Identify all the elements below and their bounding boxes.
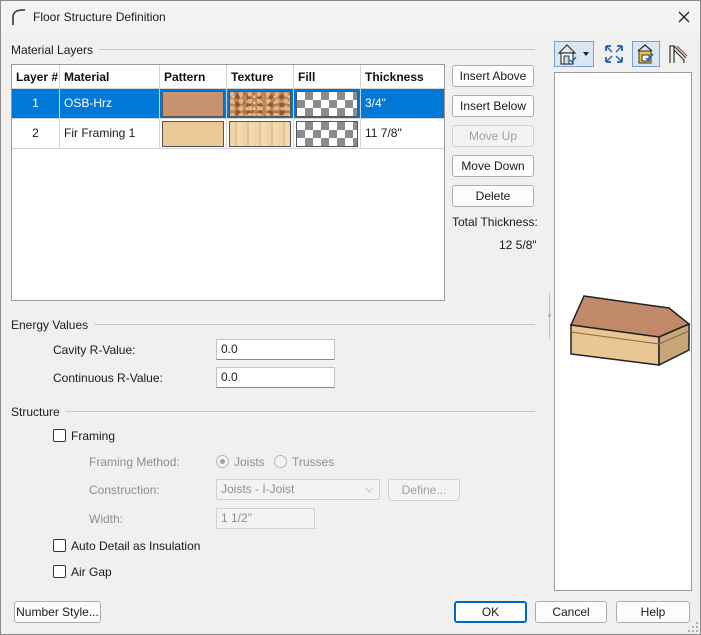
col-pattern[interactable]: Pattern [160, 65, 227, 89]
fill-window-button[interactable] [602, 41, 626, 67]
construction-select[interactable]: Joists - I-Joist ⌵ [216, 479, 380, 500]
joists-label[interactable]: Joists [234, 455, 265, 469]
move-up-button[interactable]: Move Up [452, 125, 534, 147]
fill-swatch [296, 121, 358, 147]
cavity-r-value-input[interactable]: 0.0 [216, 339, 335, 360]
texture-cell[interactable] [227, 119, 294, 149]
title-bar: Floor Structure Definition [1, 1, 700, 33]
insert-below-button[interactable]: Insert Below [452, 95, 534, 117]
fill-cell[interactable] [294, 89, 361, 119]
trusses-radio[interactable] [274, 455, 287, 468]
thickness-value[interactable]: 11 7/8" [361, 119, 444, 149]
total-thickness-label: Total Thickness: [452, 215, 538, 229]
auto-detail-label[interactable]: Auto Detail as Insulation [71, 539, 200, 553]
layer-number: 1 [12, 89, 60, 119]
cancel-button[interactable]: Cancel [535, 601, 607, 623]
insert-above-button[interactable]: Insert Above [452, 65, 534, 87]
col-thickness[interactable]: Thickness [361, 65, 444, 89]
close-button[interactable] [669, 5, 699, 29]
select-objects-button[interactable] [632, 41, 660, 67]
pattern-cell[interactable] [160, 89, 227, 119]
material-layers-table: Layer # Material Pattern Texture Fill Th… [11, 64, 445, 301]
preview-pane[interactable] [554, 72, 692, 591]
pattern-swatch [162, 121, 224, 147]
material-name[interactable]: Fir Framing 1 [60, 119, 160, 149]
floor-preview-3d [569, 295, 691, 367]
texture-cell[interactable] [227, 89, 294, 119]
energy-values-heading: Energy Values [11, 318, 95, 332]
app-arch-icon [12, 9, 25, 25]
framing-method-label: Framing Method: [89, 455, 180, 469]
ok-button[interactable]: OK [454, 601, 527, 623]
thickness-value[interactable]: 3/4" [361, 89, 444, 119]
fill-cell[interactable] [294, 119, 361, 149]
window-title: Floor Structure Definition [33, 10, 166, 24]
construction-value: Joists - I-Joist [221, 482, 295, 496]
define-button[interactable]: Define... [388, 479, 460, 501]
framing-label[interactable]: Framing [71, 429, 115, 443]
col-layer[interactable]: Layer # [12, 65, 60, 89]
pane-splitter[interactable] [548, 293, 551, 339]
help-button[interactable]: Help [616, 601, 690, 623]
construction-label: Construction: [89, 483, 160, 497]
layer-display-button[interactable] [666, 41, 690, 67]
col-texture[interactable]: Texture [227, 65, 294, 89]
continuous-r-value-input[interactable]: 0.0 [216, 367, 335, 388]
material-layers-heading: Material Layers [11, 43, 100, 57]
view-type-button[interactable] [554, 41, 594, 67]
layer-display-icon [669, 45, 688, 63]
fill-window-icon [605, 45, 623, 63]
total-thickness-value: 12 5/8" [499, 238, 537, 252]
texture-swatch [229, 91, 291, 117]
col-fill[interactable]: Fill [294, 65, 361, 89]
chevron-down-icon: ⌵ [365, 484, 373, 495]
table-row[interactable]: 1 OSB-Hrz 3/4" [12, 89, 444, 119]
width-label: Width: [89, 512, 124, 526]
table-header: Layer # Material Pattern Texture Fill Th… [12, 65, 444, 89]
width-input[interactable]: 1 1/2" [216, 508, 315, 529]
pattern-swatch [162, 91, 224, 117]
move-down-button[interactable]: Move Down [452, 155, 534, 177]
auto-detail-checkbox[interactable] [53, 539, 66, 552]
structure-heading: Structure [11, 405, 66, 419]
air-gap-checkbox[interactable] [53, 565, 66, 578]
floor-structure-dialog: Floor Structure Definition Material Laye… [0, 0, 701, 635]
joists-radio[interactable] [216, 455, 229, 468]
framing-checkbox[interactable] [53, 429, 66, 442]
col-material[interactable]: Material [60, 65, 160, 89]
resize-grip-icon[interactable] [687, 621, 699, 633]
view-type-icon [554, 41, 594, 67]
trusses-label[interactable]: Trusses [292, 455, 334, 469]
fill-swatch [296, 91, 358, 117]
layer-number: 2 [12, 119, 60, 149]
table-row[interactable]: 2 Fir Framing 1 11 7/8" [12, 119, 444, 149]
pattern-cell[interactable] [160, 119, 227, 149]
select-objects-icon [632, 41, 660, 67]
texture-swatch [229, 121, 291, 147]
material-name[interactable]: OSB-Hrz [60, 89, 160, 119]
number-style-button[interactable]: Number Style... [14, 601, 101, 623]
air-gap-label[interactable]: Air Gap [71, 565, 112, 579]
delete-button[interactable]: Delete [452, 185, 534, 207]
continuous-r-value-label: Continuous R-Value: [53, 371, 163, 385]
cavity-r-value-label: Cavity R-Value: [53, 343, 136, 357]
structure-rule [11, 411, 535, 412]
close-icon [678, 11, 690, 23]
